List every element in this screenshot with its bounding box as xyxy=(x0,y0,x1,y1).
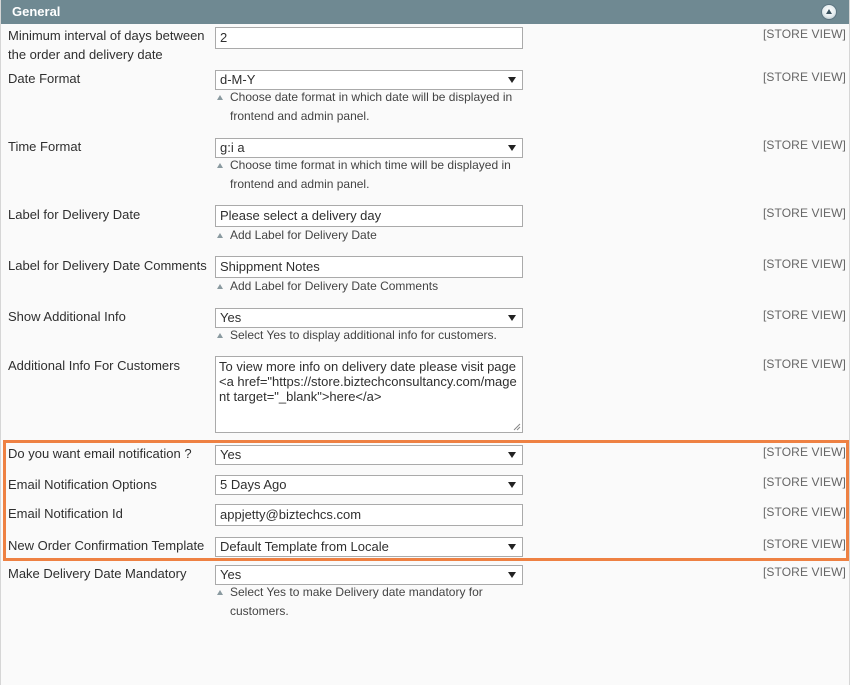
order-template-select[interactable]: Default Template from Locale xyxy=(215,537,523,557)
chevron-down-icon xyxy=(508,77,516,83)
note-caret-icon xyxy=(217,590,223,595)
comments-label-input[interactable]: Shippment Notes xyxy=(215,256,523,278)
date-format-label: Date Format xyxy=(8,71,81,86)
collapse-up-icon[interactable] xyxy=(821,4,837,20)
note-caret-icon xyxy=(217,163,223,168)
scope-label: [STORE VIEW] xyxy=(763,70,846,84)
show-info-select[interactable]: Yes xyxy=(215,308,523,328)
scope-label: [STORE VIEW] xyxy=(763,445,846,459)
chevron-down-icon xyxy=(508,315,516,321)
time-format-note: Choose time format in which time will be… xyxy=(215,156,523,194)
scope-label: [STORE VIEW] xyxy=(763,505,846,519)
email-options-select[interactable]: 5 Days Ago xyxy=(215,475,523,495)
resize-grip-icon[interactable] xyxy=(513,423,521,431)
mandatory-select[interactable]: Yes xyxy=(215,565,523,585)
date-format-select[interactable]: d-M-Y xyxy=(215,70,523,90)
delivery-label-note: Add Label for Delivery Date xyxy=(215,226,523,245)
additional-info-text: To view more info on delivery date pleas… xyxy=(219,359,517,404)
chevron-down-icon xyxy=(508,544,516,550)
note-caret-icon xyxy=(217,95,223,100)
scope-label: [STORE VIEW] xyxy=(763,537,846,551)
email-notification-label: Do you want email notification ? xyxy=(8,446,192,461)
show-info-label: Show Additional Info xyxy=(8,309,126,324)
scope-label: [STORE VIEW] xyxy=(763,475,846,489)
email-options-label: Email Notification Options xyxy=(8,477,157,492)
chevron-down-icon xyxy=(508,452,516,458)
additional-info-label: Additional Info For Customers xyxy=(8,358,180,373)
scope-label: [STORE VIEW] xyxy=(763,206,846,220)
mandatory-label: Make Delivery Date Mandatory xyxy=(8,566,187,581)
note-caret-icon xyxy=(217,333,223,338)
show-info-value: Yes xyxy=(220,310,242,325)
email-id-input[interactable]: appjetty@biztechcs.com xyxy=(215,504,523,526)
scope-label: [STORE VIEW] xyxy=(763,565,846,579)
note-caret-icon xyxy=(217,284,223,289)
section-header[interactable]: General xyxy=(1,0,849,24)
email-id-label: Email Notification Id xyxy=(8,506,123,521)
scope-label: [STORE VIEW] xyxy=(763,138,846,152)
time-format-label: Time Format xyxy=(8,139,82,154)
scope-label: [STORE VIEW] xyxy=(763,27,846,41)
email-notification-value: Yes xyxy=(220,447,242,462)
email-notification-select[interactable]: Yes xyxy=(215,445,523,465)
time-format-value: g:i a xyxy=(220,140,245,155)
date-format-value: d-M-Y xyxy=(220,72,256,87)
chevron-down-icon xyxy=(508,482,516,488)
scope-label: [STORE VIEW] xyxy=(763,257,846,271)
order-template-label: New Order Confirmation Template xyxy=(8,538,205,553)
delivery-label-label: Label for Delivery Date xyxy=(8,207,141,222)
note-caret-icon xyxy=(217,233,223,238)
date-format-note: Choose date format in which date will be… xyxy=(215,88,523,126)
show-info-note: Select Yes to display additional info fo… xyxy=(215,326,523,345)
delivery-label-input[interactable]: Please select a delivery day xyxy=(215,205,523,227)
comments-label-note: Add Label for Delivery Date Comments xyxy=(215,277,523,296)
additional-info-textarea[interactable]: To view more info on delivery date pleas… xyxy=(215,356,523,433)
min-interval-input[interactable]: 2 xyxy=(215,27,523,49)
time-format-select[interactable]: g:i a xyxy=(215,138,523,158)
min-interval-label: Minimum interval of days between the ord… xyxy=(8,28,205,62)
scope-label: [STORE VIEW] xyxy=(763,357,846,371)
chevron-down-icon xyxy=(508,145,516,151)
scope-label: [STORE VIEW] xyxy=(763,308,846,322)
section-title: General xyxy=(12,4,61,19)
comments-label-label: Label for Delivery Date Comments xyxy=(8,258,207,273)
chevron-down-icon xyxy=(508,572,516,578)
order-template-value: Default Template from Locale xyxy=(220,539,389,554)
email-options-value: 5 Days Ago xyxy=(220,477,287,492)
general-config-panel: General Minimum interval of days between… xyxy=(0,0,850,685)
mandatory-value: Yes xyxy=(220,567,242,582)
mandatory-note: Select Yes to make Delivery date mandato… xyxy=(215,583,523,621)
